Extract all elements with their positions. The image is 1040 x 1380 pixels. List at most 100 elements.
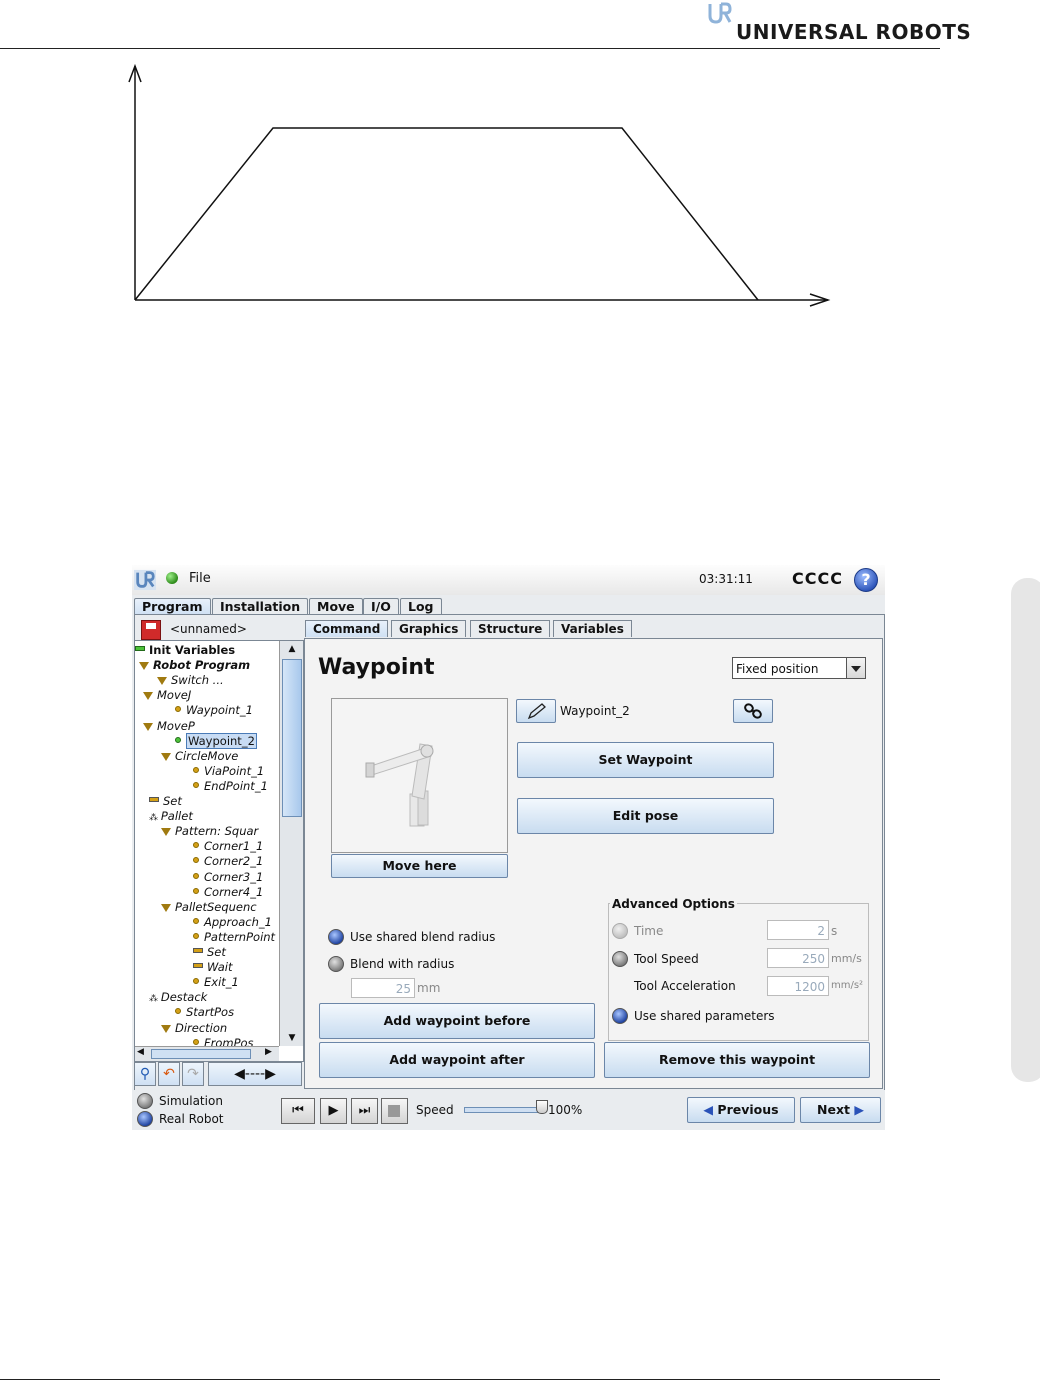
tab-io[interactable]: I/O (363, 598, 399, 615)
advanced-options-title: Advanced Options (610, 897, 737, 911)
hscroll-thumb[interactable] (151, 1049, 251, 1059)
tool-speed-input[interactable]: 250 (767, 948, 829, 968)
scroll-thumb[interactable] (282, 659, 302, 817)
tree-node[interactable]: Corner1_1 (193, 839, 263, 853)
expand-triangle-icon (143, 722, 153, 731)
tree-node-label: PatternPoint (204, 929, 276, 944)
time-radio[interactable] (612, 923, 628, 939)
move-node-icon[interactable]: ◀----▶ (208, 1062, 302, 1086)
tab-program[interactable]: Program (134, 598, 211, 615)
tree-node[interactable]: PalletSequenc (161, 900, 257, 914)
tree-node[interactable]: Exit_1 (193, 975, 239, 989)
tree-node[interactable]: PatternPoint (193, 930, 275, 944)
tree-node[interactable]: MoveP (143, 719, 195, 733)
tree-node-label: Init Variables (149, 643, 236, 657)
set-waypoint-button[interactable]: Set Waypoint (517, 742, 774, 778)
blend-radius-radio[interactable] (328, 956, 344, 972)
save-icon[interactable] (141, 620, 161, 640)
tab-graphics[interactable]: Graphics (391, 620, 467, 637)
rewind-icon[interactable]: ⏮ (281, 1098, 315, 1124)
tree-node-label: Exit_1 (204, 975, 239, 990)
tree-node-label: Waypoint_2 (186, 732, 257, 749)
add-waypoint-before-button[interactable]: Add waypoint before (319, 1003, 595, 1039)
scroll-down-icon[interactable]: ▼ (280, 1030, 303, 1046)
expand-triangle-icon (161, 828, 171, 837)
time-label: Time (634, 924, 664, 938)
tab-log[interactable]: Log (400, 598, 442, 615)
next-button[interactable]: Next ▶ (800, 1097, 881, 1123)
program-tree[interactable]: Init Variables Robot Program Switch ... Mov… (134, 640, 304, 1062)
waypoint-icon (175, 736, 181, 743)
scroll-left-icon[interactable]: ◀ (137, 1047, 144, 1057)
step-icon[interactable]: ⏭ (351, 1098, 378, 1124)
tree-node[interactable]: Set (149, 794, 182, 808)
link-button[interactable] (733, 699, 773, 723)
shared-params-radio[interactable] (612, 1008, 628, 1024)
undo-icon[interactable]: ↶ (158, 1062, 180, 1086)
tab-variables[interactable]: Variables (553, 620, 632, 637)
add-waypoint-after-button[interactable]: Add waypoint after (319, 1042, 595, 1078)
tab-command[interactable]: Command (305, 620, 389, 637)
tree-node[interactable]: ViaPoint_1 (193, 764, 264, 778)
waypoint-icon (193, 978, 199, 985)
shared-blend-radio[interactable] (328, 929, 344, 945)
tree-node[interactable]: CircleMove (161, 749, 238, 763)
tree-node[interactable]: EndPoint_1 (193, 779, 268, 793)
help-button[interactable]: ? (854, 568, 878, 592)
remove-waypoint-button[interactable]: Remove this waypoint (604, 1042, 870, 1078)
simulation-radio[interactable] (137, 1093, 153, 1109)
stop-icon[interactable] (381, 1098, 408, 1124)
previous-button[interactable]: ◀ Previous (687, 1097, 795, 1123)
move-here-button[interactable]: Move here (331, 854, 508, 878)
redo-icon[interactable]: ↷ (182, 1062, 204, 1086)
tree-vertical-scrollbar[interactable]: ▲ ▼ (279, 641, 303, 1046)
tree-node[interactable]: Wait (193, 960, 233, 974)
tree-node[interactable]: Init Variables (135, 643, 235, 657)
tree-node[interactable]: Waypoint_1 (175, 703, 253, 717)
real-robot-radio[interactable] (137, 1111, 153, 1127)
play-icon[interactable]: ▶ (320, 1098, 347, 1124)
waypoint-icon (193, 766, 199, 773)
expand-triangle-icon (157, 677, 167, 686)
trapezoid-figure (128, 63, 831, 307)
tool-speed-radio[interactable] (612, 951, 628, 967)
tree-horizontal-scrollbar[interactable]: ◀ ▶ (135, 1046, 279, 1061)
speed-slider-thumb[interactable] (536, 1100, 548, 1114)
tree-node[interactable]: Switch ... (157, 673, 224, 687)
expand-triangle-icon (139, 662, 149, 671)
variables-icon (135, 646, 145, 651)
tree-node-label: Set (207, 945, 226, 959)
tree-node[interactable]: Waypoint_2 (175, 732, 257, 749)
file-menu[interactable]: File (189, 571, 211, 586)
tree-node[interactable]: MoveJ (143, 688, 191, 702)
tree-node[interactable]: Approach_1 (193, 915, 272, 929)
speed-slider-track[interactable] (464, 1107, 544, 1113)
tree-node-label: Direction (175, 1020, 228, 1035)
tree-node[interactable]: Direction (161, 1021, 227, 1035)
tree-node[interactable]: Set (193, 945, 226, 959)
tab-installation[interactable]: Installation (212, 598, 309, 615)
rename-button[interactable] (516, 699, 556, 723)
expand-triangle-icon (161, 1024, 171, 1033)
scroll-up-icon[interactable]: ▲ (280, 641, 303, 657)
search-icon[interactable]: ⚲ (134, 1062, 156, 1086)
tab-move[interactable]: Move (309, 598, 363, 615)
tab-structure[interactable]: Structure (470, 620, 551, 637)
position-mode-select[interactable]: Fixed position (732, 657, 866, 679)
tree-node[interactable]: StartPos (175, 1005, 234, 1019)
tree-node[interactable]: Pattern: Squar (161, 824, 258, 838)
time-input[interactable]: 2 (767, 920, 829, 940)
tree-node[interactable]: ⁂ Pallet (149, 809, 193, 823)
edit-pose-button[interactable]: Edit pose (517, 798, 774, 834)
tree-node[interactable]: ⁂ Destack (149, 990, 207, 1004)
scroll-right-icon[interactable]: ▶ (265, 1047, 272, 1057)
tree-node[interactable]: Robot Program (139, 658, 250, 672)
command-icon (193, 948, 203, 953)
tree-node[interactable]: Corner4_1 (193, 885, 263, 899)
tree-node[interactable]: Corner2_1 (193, 854, 263, 868)
tree-node-label: Wait (207, 960, 233, 975)
tree-node[interactable]: Corner3_1 (193, 870, 263, 884)
tree-node-label: Switch ... (171, 673, 224, 688)
blend-radius-input[interactable]: 25 (351, 978, 415, 998)
tool-accel-input[interactable]: 1200 (767, 976, 829, 996)
